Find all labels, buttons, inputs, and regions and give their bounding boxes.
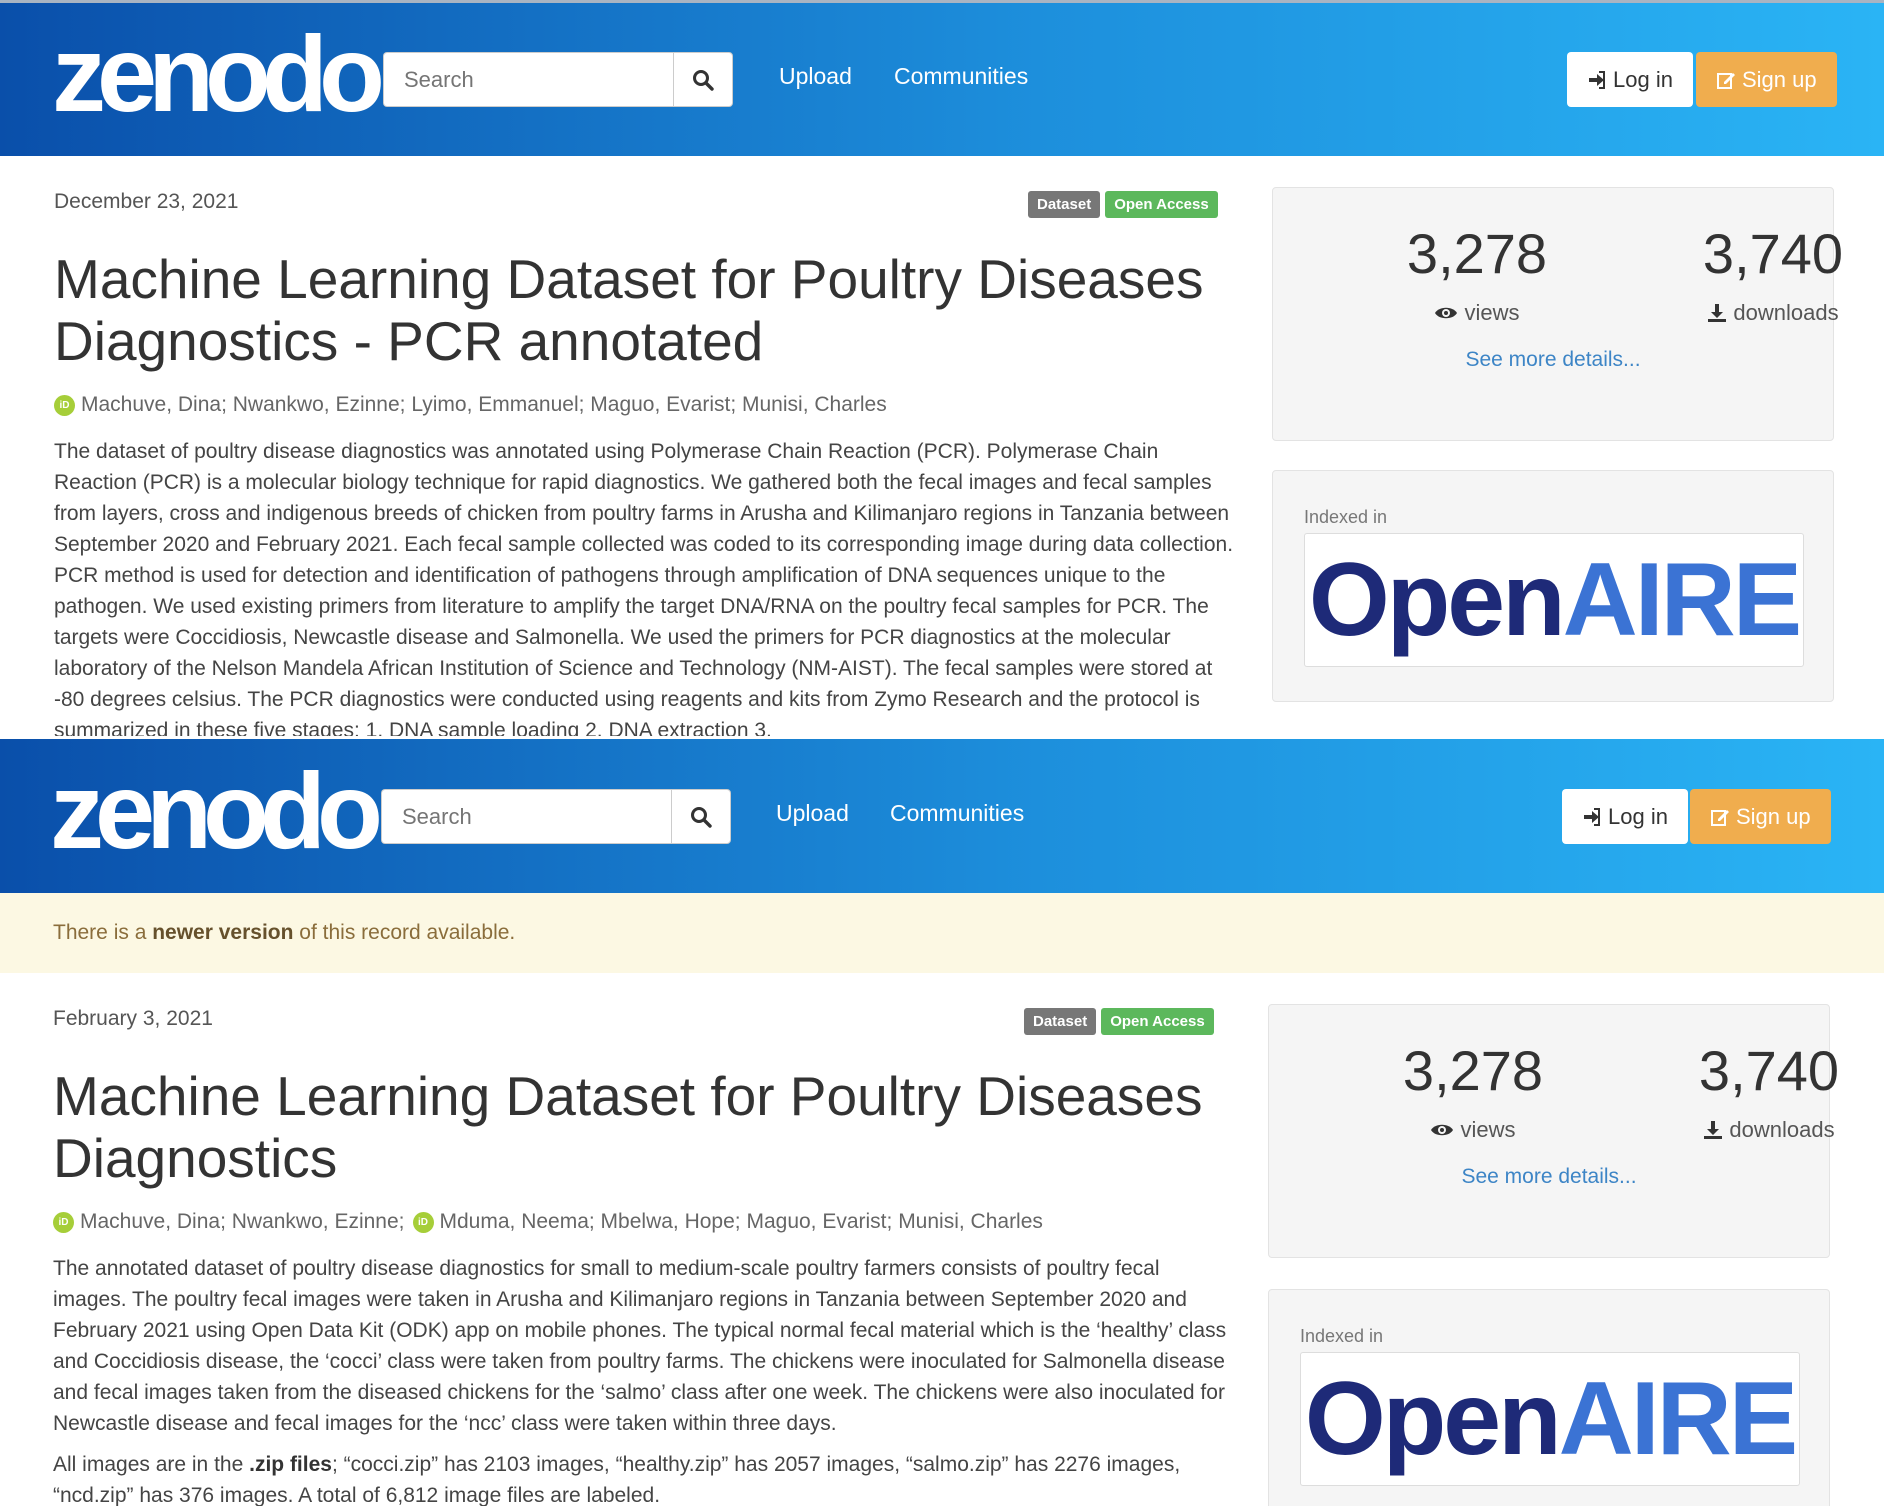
- nav-communities[interactable]: Communities: [894, 63, 1028, 90]
- see-more-details-link[interactable]: See more details...: [1269, 1165, 1829, 1189]
- downloads-label-text: downloads: [1729, 1117, 1835, 1142]
- openaire-logo-aire: AIRE: [1558, 1361, 1798, 1477]
- record-title: Machine Learning Dataset for Poultry Dis…: [53, 1065, 1203, 1189]
- author-link[interactable]: Machuve, Dina: [81, 393, 221, 417]
- window-top-line: [0, 0, 1884, 3]
- publication-date: February 3, 2021: [53, 1007, 213, 1030]
- views-label-text: views: [1464, 300, 1520, 325]
- author-link[interactable]: Mduma, Neema: [440, 1210, 589, 1234]
- indexed-in-label: Indexed in: [1300, 1326, 1384, 1346]
- zenodo-logo[interactable]: zenodo: [52, 20, 385, 128]
- open-access-badge[interactable]: Open Access: [1105, 191, 1218, 218]
- stats-box: 3,278 views 3,740 downloads See more det: [1268, 1004, 1839, 1258]
- record-badges: Dataset Open Access: [1028, 191, 1218, 218]
- login-label: Log in: [1613, 66, 1673, 92]
- alert-prefix: There is a: [53, 921, 147, 944]
- indexed-in-box: Indexed in Open AIRE: [1272, 470, 1834, 702]
- downloads-stat: 3,740 downloads: [1669, 1043, 1869, 1143]
- navbar: zenodo Upload Communities Log in: [0, 0, 1884, 156]
- orcid-icon[interactable]: iD: [53, 1211, 74, 1233]
- download-icon: [1704, 1121, 1723, 1139]
- search-button[interactable]: [673, 52, 733, 107]
- indexed-in-label: Indexed in: [1304, 507, 1388, 527]
- record-panel-pcr: zenodo Upload Communities Log in: [0, 0, 1884, 739]
- edit-icon: [1711, 809, 1729, 826]
- files-paragraph: All images are in the .zip files; “cocci…: [53, 1449, 1233, 1506]
- record-description: The annotated dataset of poultry disease…: [53, 1253, 1233, 1506]
- openaire-logo[interactable]: Open AIRE: [1304, 533, 1804, 667]
- navbar: zenodo Upload Communities Log in: [0, 739, 1884, 893]
- edit-icon: [1717, 72, 1735, 89]
- sign-in-icon: [1584, 807, 1600, 826]
- downloads-label-text: downloads: [1733, 300, 1839, 325]
- views-label: views: [1377, 300, 1577, 326]
- views-stat: 3,278 views: [1373, 1043, 1573, 1143]
- login-label: Log in: [1608, 803, 1668, 829]
- search-form: [381, 789, 731, 844]
- views-label-text: views: [1460, 1117, 1516, 1142]
- see-more-details-link[interactable]: See more details...: [1273, 348, 1833, 372]
- signup-label: Sign up: [1742, 66, 1817, 92]
- openaire-logo-open: Open: [1304, 1361, 1562, 1477]
- search-icon: [693, 69, 714, 91]
- signup-label: Sign up: [1736, 803, 1811, 829]
- views-count: 3,278: [1406, 222, 1548, 285]
- orcid-icon[interactable]: iD: [54, 394, 75, 416]
- author-list-text[interactable]: ; Nwankwo, Ezinne;: [220, 1210, 404, 1234]
- views-stat: 3,278 views: [1377, 226, 1577, 326]
- login-button[interactable]: Log in: [1562, 789, 1688, 844]
- search-input[interactable]: [383, 52, 673, 107]
- dataset-badge[interactable]: Dataset: [1028, 191, 1101, 218]
- views-count: 3,278: [1402, 1039, 1544, 1102]
- author-link[interactable]: Machuve, Dina: [80, 1210, 220, 1234]
- dataset-badge[interactable]: Dataset: [1024, 1008, 1097, 1035]
- openaire-logo-aire: AIRE: [1562, 542, 1802, 658]
- record-authors: iD Machuve, Dina ; Nwankwo, Ezinne; Lyim…: [54, 393, 887, 417]
- author-list-text[interactable]: ; Mbelwa, Hope; Maguo, Evarist; Munisi, …: [589, 1210, 1043, 1234]
- eye-icon: [1431, 1124, 1454, 1136]
- newer-version-alert: There is a newer version of this record …: [0, 893, 1884, 973]
- downloads-stat: 3,740 downloads: [1673, 226, 1873, 326]
- search-input[interactable]: [381, 789, 671, 844]
- downloads-count: 3,740: [1702, 222, 1844, 285]
- signup-button[interactable]: Sign up: [1690, 789, 1831, 844]
- search-icon: [691, 806, 712, 828]
- open-access-badge[interactable]: Open Access: [1101, 1008, 1214, 1035]
- nav-upload[interactable]: Upload: [779, 63, 852, 90]
- record-panel-original: zenodo Upload Communities Log in: [0, 739, 1884, 1506]
- nav-upload[interactable]: Upload: [776, 800, 849, 827]
- openaire-logo-open: Open: [1308, 542, 1566, 658]
- description-paragraph: The dataset of poultry disease diagnosti…: [54, 440, 1234, 736]
- record-authors: iD Machuve, Dina ; Nwankwo, Ezinne; iD M…: [53, 1210, 1043, 1234]
- downloads-label: downloads: [1673, 300, 1873, 326]
- record-title: Machine Learning Dataset for Poultry Dis…: [54, 248, 1204, 372]
- files-bold: .zip files: [249, 1453, 332, 1476]
- newer-version-link[interactable]: newer version: [152, 921, 293, 944]
- search-form: [383, 52, 733, 107]
- description-paragraph: The annotated dataset of poultry disease…: [53, 1257, 1227, 1435]
- files-prefix: All images are in the: [53, 1453, 244, 1476]
- record-description: The dataset of poultry disease diagnosti…: [54, 436, 1234, 736]
- publication-date: December 23, 2021: [54, 190, 239, 213]
- record-badges: Dataset Open Access: [1024, 1008, 1214, 1035]
- signup-button[interactable]: Sign up: [1696, 52, 1837, 107]
- login-button[interactable]: Log in: [1567, 52, 1693, 107]
- downloads-label: downloads: [1669, 1117, 1869, 1143]
- views-label: views: [1373, 1117, 1573, 1143]
- indexed-in-box: Indexed in Open AIRE: [1268, 1289, 1830, 1506]
- stats-box: 3,278 views 3,740 downloads See more det: [1272, 187, 1843, 441]
- eye-icon: [1435, 307, 1458, 319]
- sign-in-icon: [1589, 70, 1605, 89]
- alert-suffix: of this record available.: [299, 921, 516, 944]
- downloads-count: 3,740: [1698, 1039, 1840, 1102]
- zenodo-logo[interactable]: zenodo: [50, 757, 383, 865]
- orcid-icon[interactable]: iD: [412, 1211, 434, 1233]
- download-icon: [1708, 304, 1727, 322]
- openaire-logo[interactable]: Open AIRE: [1300, 1352, 1800, 1486]
- nav-communities[interactable]: Communities: [890, 800, 1024, 827]
- search-button[interactable]: [671, 789, 731, 844]
- author-list-text[interactable]: ; Nwankwo, Ezinne; Lyimo, Emmanuel; Magu…: [221, 393, 887, 417]
